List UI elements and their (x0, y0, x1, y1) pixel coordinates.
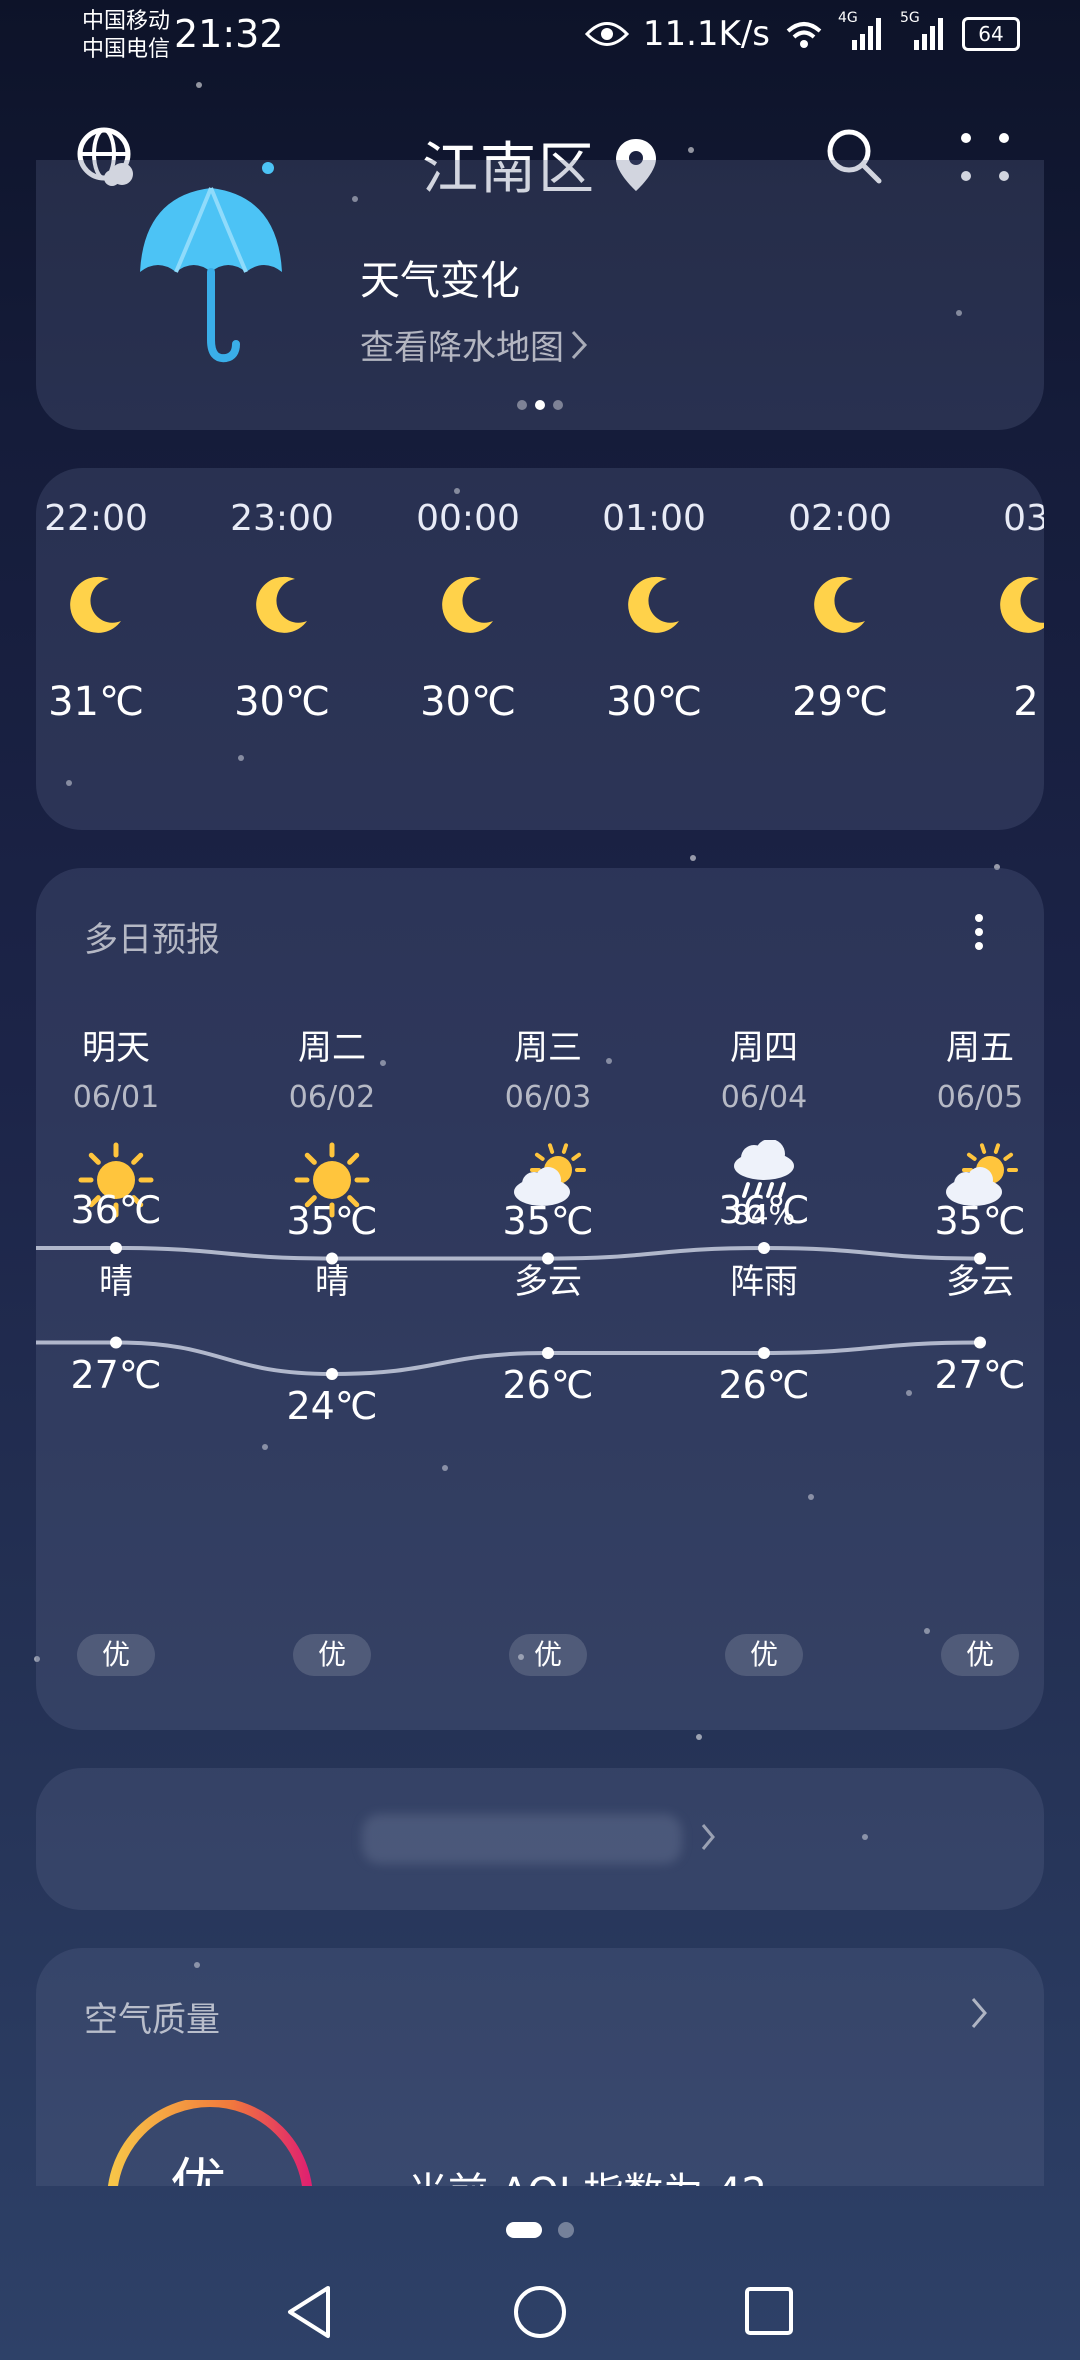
moon-icon (36, 569, 156, 649)
blurred-banner-card[interactable] (36, 1768, 1044, 1910)
hour-time: 01:00 (602, 498, 706, 539)
air-quality-title: 空气质量 (84, 2000, 220, 2040)
hour-time: 00:00 (416, 498, 520, 539)
high-temp-line (36, 1245, 981, 1261)
moon-icon (594, 569, 714, 649)
hour-item: 23:00 30℃ (222, 498, 342, 725)
carrier-2: 中国电信 (82, 37, 171, 62)
precipitation-card[interactable]: 天气变化 查看降水地图 (36, 160, 1044, 430)
hour-time: 03 (1003, 498, 1044, 539)
moon-icon (222, 569, 342, 649)
moon-icon (780, 569, 900, 649)
high-temp-point (758, 1242, 770, 1254)
high-temp-point (110, 1242, 122, 1254)
hour-time: 23:00 (230, 498, 334, 539)
wifi-icon (786, 22, 822, 48)
temperature-curves (36, 1242, 986, 1380)
back-icon[interactable] (284, 2284, 334, 2340)
low-temp-line (36, 1340, 981, 1377)
low-temp-point (110, 1336, 122, 1349)
eye-icon (584, 22, 629, 46)
hour-time: 02:00 (788, 498, 892, 539)
recents-icon[interactable] (744, 2286, 794, 2336)
system-navigation-bar (0, 2240, 1080, 2360)
hour-item: 03 2 (966, 498, 1044, 725)
high-temp-point (326, 1252, 338, 1265)
battery-indicator: 64 (962, 17, 1020, 51)
hour-temperature: 30℃ (234, 679, 330, 725)
umbrella-icon (140, 162, 282, 363)
chevron-right-icon (701, 1824, 715, 1850)
page-indicator-dots (36, 400, 1044, 410)
blurred-content (362, 1814, 682, 1864)
low-temp-point (974, 1336, 986, 1349)
chevron-right-icon[interactable] (970, 1996, 988, 2030)
low-temp-point (758, 1347, 770, 1359)
chevron-right-icon (571, 330, 588, 359)
hour-temperature: 2 (1013, 679, 1039, 725)
hour-item: 01:00 30℃ (594, 498, 714, 725)
hour-temperature: 30℃ (606, 679, 702, 725)
signal-5g-label: 5G (900, 10, 920, 26)
carrier-1: 中国移动 (82, 9, 171, 34)
carrier-labels: 中国移动 中国电信 (82, 8, 170, 64)
precip-map-link[interactable]: 查看降水地图 (360, 320, 564, 369)
aqi-level: 优 (170, 2153, 226, 2186)
hour-temperature: 30℃ (420, 679, 516, 725)
hourly-forecast-card[interactable]: 22:00 31℃ 23:00 30℃ 00:00 30℃ 01:00 30℃ … (36, 468, 1044, 830)
hour-time: 22:00 (44, 498, 148, 539)
high-temp-point (542, 1252, 554, 1265)
aqi-text: 当前 AQI 指数为 42 (408, 2160, 767, 2186)
hour-item: 02:00 29℃ (780, 498, 900, 725)
home-icon[interactable] (512, 2284, 568, 2340)
high-temp-point (974, 1252, 986, 1265)
status-bar: 中国移动 中国电信 21:32 11.1K/s 4G 5G 64 (0, 0, 1080, 80)
status-time: 21:32 (174, 12, 284, 56)
daily-forecast-card: 多日预报 明天 06/01 晴 36℃ 27℃ 优 周二 06/02 晴 35℃… (36, 868, 1044, 1730)
hour-item: 00:00 30℃ (408, 498, 528, 725)
moon-icon (408, 569, 528, 649)
precip-title: 天气变化 (360, 258, 520, 304)
moon-icon (966, 569, 1044, 649)
page-indicator (0, 2222, 1080, 2238)
hour-item: 22:00 31℃ (36, 498, 156, 725)
network-speed: 11.1K/s (642, 14, 770, 54)
signal-4g-label: 4G (838, 10, 858, 26)
hour-temperature: 31℃ (48, 679, 144, 725)
low-temp-point (542, 1347, 554, 1359)
air-quality-card[interactable]: 空气质量 优 当前 AQI 指数为 42 (36, 1948, 1044, 2186)
hour-temperature: 29℃ (792, 679, 888, 725)
low-temp-point (326, 1368, 338, 1380)
